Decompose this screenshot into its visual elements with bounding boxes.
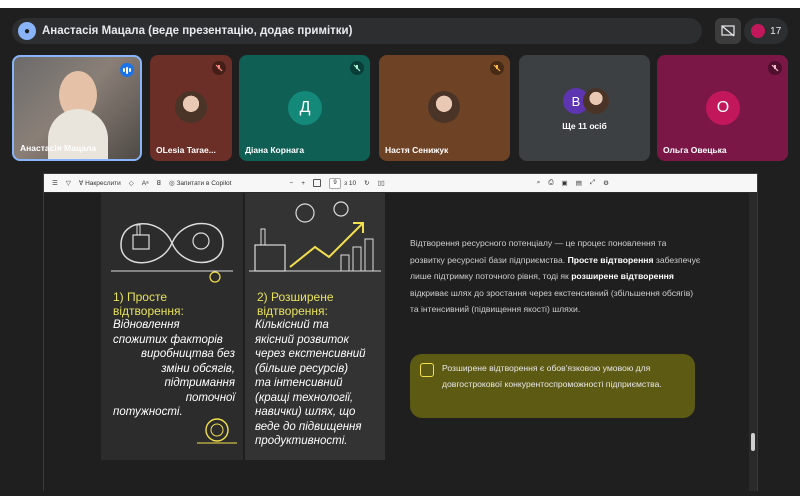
mic-off-icon — [768, 61, 782, 75]
draw-label: Накреслити — [85, 179, 121, 187]
title-line: відтворення: — [113, 303, 184, 318]
mic-off-icon — [490, 61, 504, 75]
text-size-icon[interactable]: Aᵃ — [142, 180, 149, 187]
yarn-ball-illustration — [197, 418, 237, 444]
mic-off-icon — [212, 61, 226, 75]
callout-text: Розширене відтворення є обов'язковою умо… — [442, 363, 662, 389]
title-line: відтворення: — [257, 303, 328, 318]
top-strip — [0, 0, 800, 8]
more-participants-tile[interactable]: В Ще 11 осіб — [519, 55, 650, 161]
pdf-viewer: ☰ ▽ ∀ Накреслити ◇ Aᵃ ꓭ ◎ Запитати в Cop… — [43, 173, 758, 491]
participant-tile[interactable]: OLesia Tarae... — [150, 55, 232, 161]
extended-reproduction-text: Кількісний та якісний розвиток через екс… — [255, 318, 385, 449]
body-line: спожитих факторів — [113, 333, 223, 346]
page-navigator[interactable]: 9 з 10 — [329, 177, 357, 189]
participant-avatar — [428, 91, 460, 123]
callout-box: Розширене відтворення є обов'язковою умо… — [410, 354, 695, 418]
participant-avatar — [175, 91, 207, 123]
stop-presenting-button[interactable] — [715, 18, 741, 44]
participant-avatar: О — [706, 91, 740, 125]
participant-name: Ольга Овецька — [663, 145, 727, 155]
presenter-avatar: ● — [18, 22, 36, 40]
read-aloud-icon[interactable]: ꓭ — [157, 179, 161, 187]
body-line: через екстенсивний — [255, 348, 366, 360]
page-view-icon[interactable]: ▯▯ — [378, 179, 385, 187]
participant-name: Анастасія Мацала — [20, 143, 97, 153]
participant-tile[interactable]: Д Діана Корнага — [239, 55, 370, 161]
pdf-toolbar: ☰ ▽ ∀ Накреслити ◇ Aᵃ ꓭ ◎ Запитати в Cop… — [44, 174, 757, 192]
participant-tile[interactable]: Настя Сенижук — [379, 55, 510, 161]
paragraph-bold: Просте відтворення — [567, 254, 654, 265]
title-line: 2) Розширене — [257, 290, 334, 304]
participant-name: Діана Корнага — [245, 145, 305, 155]
participant-avatar-icon — [750, 24, 765, 38]
contents-icon[interactable]: ☰ — [52, 179, 58, 187]
presenter-title: Анастасія Мацала (веде презентацію, дода… — [42, 25, 353, 37]
fullscreen-icon[interactable]: ⤢ — [590, 179, 595, 187]
title-line: 1) Просте — [113, 290, 168, 304]
body-line: виробництва без — [141, 348, 235, 360]
settings-icon[interactable]: ⚙ — [603, 179, 609, 187]
body-line: веде до підвищення — [255, 420, 362, 433]
page-total: з 10 — [344, 179, 357, 187]
participant-name: Настя Сенижук — [385, 145, 449, 155]
simple-reproduction-title: 1) Просте відтворення: — [113, 290, 184, 318]
body-line: поточної — [185, 391, 235, 404]
body-line: навички) шлях, що — [255, 406, 356, 418]
participant-avatar — [583, 88, 609, 114]
bottom-strip — [0, 496, 800, 500]
slide-paragraph: Відтворення ресурсного потенціалу — це п… — [410, 235, 702, 318]
body-line: та інтенсивний — [255, 377, 343, 389]
body-line: якісний розвиток — [255, 333, 349, 346]
copilot-button[interactable]: ◎ Запитати в Copilot — [169, 179, 232, 188]
body-line: (кращі технології, — [255, 391, 354, 404]
page-input[interactable]: 9 — [329, 177, 342, 189]
print-icon[interactable]: ⎙ — [548, 179, 553, 187]
paragraph-text: відкриває шлях до зростання через екстен… — [410, 287, 694, 315]
body-line: продуктивності. — [255, 435, 348, 447]
screen-off-icon — [721, 25, 735, 37]
simple-reproduction-panel: 1) Просте відтворення: Відновлення спожи… — [101, 193, 243, 460]
infinity-factory-illustration — [111, 222, 233, 283]
rotate-icon[interactable]: ↻ — [364, 179, 369, 187]
erase-icon[interactable]: ◇ — [129, 179, 134, 187]
participant-name: OLesia Tarae... — [156, 145, 216, 155]
more-participants-label: Ще 11 осіб — [562, 121, 607, 131]
body-line: (більше ресурсів) — [255, 362, 349, 375]
paragraph-bold: розширене відтворення — [571, 271, 674, 282]
draw-button[interactable]: ∀ Накреслити — [79, 179, 121, 188]
growth-arrow-illustration — [249, 201, 381, 272]
participant-tile[interactable]: О Ольга Овецька — [657, 55, 788, 161]
mic-off-icon — [350, 61, 364, 75]
search-icon[interactable]: ⌕ — [537, 179, 541, 187]
speaking-indicator-icon — [120, 63, 134, 77]
participants-button[interactable]: 17 — [744, 18, 788, 44]
vertical-scrollbar[interactable] — [749, 193, 757, 491]
participant-body — [48, 109, 108, 159]
body-line: підтримання — [164, 377, 235, 389]
extended-reproduction-panel: 2) Розширене відтворення: Кількісний та … — [245, 193, 385, 460]
participant-count: 17 — [770, 25, 782, 37]
body-line: зміни обсягів, — [161, 362, 235, 375]
filter-icon[interactable]: ▽ — [66, 179, 71, 187]
participant-tiles: Анастасія Мацала OLesia Tarae... Д Діана… — [12, 55, 792, 163]
zoom-in-icon[interactable]: + — [301, 180, 305, 187]
note-icon — [420, 363, 434, 377]
presentation-slide: 1) Просте відтворення: Відновлення спожи… — [44, 193, 749, 491]
presenter-banner[interactable]: ● Анастасія Мацала (веде презентацію, до… — [12, 18, 702, 44]
participant-tile[interactable]: Анастасія Мацала — [12, 55, 142, 161]
participant-avatar: Д — [288, 91, 322, 125]
save-as-icon[interactable]: ▤ — [576, 179, 582, 187]
fit-page-icon[interactable] — [313, 179, 322, 187]
body-line: Відновлення — [113, 319, 180, 331]
scrollbar-thumb[interactable] — [751, 433, 755, 451]
body-line: Кількісний та — [255, 319, 329, 331]
simple-reproduction-text: Відновлення спожитих факторів виробництв… — [113, 318, 243, 420]
extended-reproduction-title: 2) Розширене відтворення: — [257, 290, 334, 318]
zoom-out-icon[interactable]: − — [289, 180, 293, 187]
save-icon[interactable]: ▣ — [562, 179, 568, 187]
copilot-label: Запитати в Copilot — [176, 179, 232, 187]
